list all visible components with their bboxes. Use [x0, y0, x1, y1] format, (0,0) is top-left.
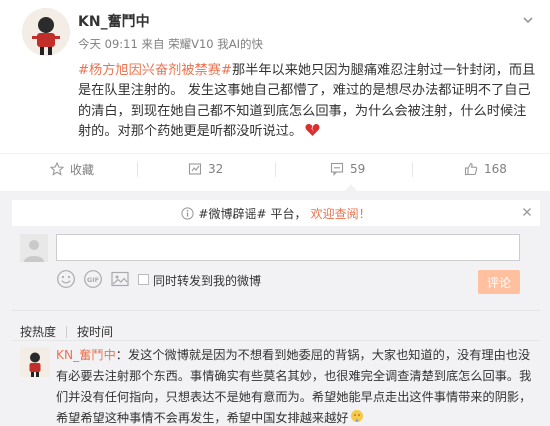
repost-count: 32: [208, 162, 224, 176]
close-icon[interactable]: [522, 207, 532, 217]
divider: [12, 310, 540, 311]
post-content: #杨方旭因兴奋剂被禁赛#那半年以来她只因为腿痛难忍注射过一针封闭，而且是在队里注…: [78, 61, 538, 143]
info-icon: [181, 206, 195, 220]
image-icon[interactable]: [110, 269, 130, 289]
tab-sort-time[interactable]: 按时间: [77, 323, 113, 340]
comment-icon: [330, 162, 344, 176]
star-icon: [50, 162, 64, 176]
comment-text: ：发这个微博就是因为不想看到她委屈的背锅，大家也知道的，没有理由也没有必要去注射…: [56, 348, 532, 425]
submit-comment-button[interactable]: 评论: [478, 270, 520, 294]
chevron-down-icon[interactable]: [522, 14, 534, 26]
comment-author-name[interactable]: KN_奮鬥中: [56, 348, 116, 362]
action-bar: 收藏 32 59 168: [0, 153, 550, 183]
topic-tag[interactable]: #杨方旭因兴奋剂被禁赛#: [78, 63, 232, 78]
weibo-post: KN_奮鬥中 今天 09:11 来自 荣耀V10 我AI的快 #杨方旭因兴奋剂被…: [0, 0, 550, 426]
divider: [12, 340, 540, 341]
comment-caret: [344, 184, 358, 192]
post-device[interactable]: 荣耀V10 我AI的快: [168, 37, 263, 51]
emoji-icon[interactable]: [56, 269, 76, 289]
pray-emoji-icon: [350, 410, 363, 422]
action-divider: [412, 162, 413, 177]
svg-text:GIF: GIF: [87, 276, 99, 284]
current-user-avatar[interactable]: [20, 234, 48, 262]
notice-welcome-link[interactable]: 欢迎查阅！: [311, 205, 371, 222]
author-avatar[interactable]: [22, 8, 70, 56]
tab-separator: [66, 325, 68, 338]
comment-button[interactable]: 59: [330, 160, 365, 178]
post-meta: 今天 09:11 来自 荣耀V10 我AI的快: [78, 37, 263, 51]
tab-sort-hot[interactable]: 按热度: [20, 323, 56, 340]
action-divider: [137, 162, 138, 177]
notice-platform: 平台，: [270, 206, 307, 221]
comment-input[interactable]: [56, 234, 520, 261]
repost-checkbox-label: 同时转发到我的微博: [153, 274, 262, 288]
comment-author-avatar[interactable]: [20, 347, 50, 377]
notice-tag[interactable]: #微博辟谣#: [198, 205, 266, 222]
comment-count: 59: [350, 162, 366, 176]
comment-item: KN_奮鬥中：发这个微博就是因为不想看到她委屈的背锅，大家也知道的，没有理由也没…: [56, 345, 540, 426]
comment-sort-tabs: 按热度 按时间: [20, 323, 113, 340]
action-divider: [275, 162, 276, 177]
author-name[interactable]: KN_奮鬥中: [78, 13, 150, 31]
post-timestamp[interactable]: 今天 09:11: [78, 37, 138, 51]
source-prefix: 来自: [141, 37, 165, 51]
thumbs-up-icon: [464, 162, 478, 176]
repost-button[interactable]: 32: [188, 160, 223, 178]
repost-checkbox[interactable]: [138, 274, 149, 285]
like-button[interactable]: 168: [464, 160, 507, 178]
repost-icon: [188, 163, 202, 175]
favorite-button[interactable]: 收藏: [50, 160, 94, 178]
gif-icon[interactable]: GIF: [83, 269, 103, 289]
rumor-notice-banner: #微博辟谣# 平台， 欢迎查阅！: [12, 200, 540, 226]
broken-heart-icon: [305, 124, 320, 137]
like-count: 168: [484, 162, 507, 176]
favorite-label: 收藏: [70, 162, 95, 177]
